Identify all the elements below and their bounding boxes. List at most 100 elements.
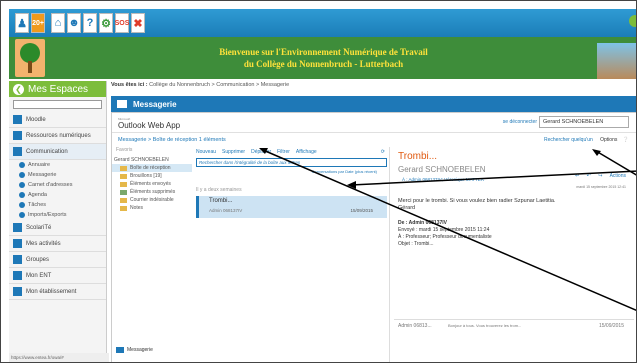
new-button[interactable]: Nouveau: [196, 149, 216, 155]
filter-button[interactable]: Filtrer: [277, 149, 290, 155]
body-line1: Merci pour le trombi. Si vous voulez bie…: [398, 198, 556, 204]
message-from: Admin 068137IV: [209, 208, 243, 213]
orig-sent: Envoyé : mardi 15 septembre 2015 11:24: [398, 227, 490, 233]
delete-button[interactable]: Supprimer: [222, 149, 245, 155]
back-arrow-icon: ❮: [13, 83, 24, 95]
orig-subject: Objet : Trombi...: [398, 241, 434, 247]
mail-icon: [116, 347, 124, 353]
help-icon[interactable]: ❔: [623, 137, 629, 143]
chevron-icon: [19, 162, 25, 168]
sort-selector[interactable]: Conversations par Date (plus récent): [194, 169, 389, 175]
trash-icon: [120, 189, 127, 195]
messagerie-bottom-button[interactable]: Messagerie: [116, 347, 153, 353]
school-icon: [13, 223, 22, 232]
messagerie-header: Messagerie: [111, 96, 636, 112]
sidebar-item-label: Mon ENT: [26, 272, 52, 279]
owa-logo-text: Outlook Web App: [118, 121, 181, 130]
folder-drafts[interactable]: Brouillons [19]: [112, 172, 192, 180]
options-menu[interactable]: Options: [600, 137, 617, 143]
folder-label: Brouillons [19]: [130, 173, 162, 179]
orig-from: De : Admin 068137IV: [398, 220, 448, 226]
folder-icon: [120, 197, 127, 203]
mailbox-search-input[interactable]: Rechercher dans l'intégralité de la boît…: [196, 158, 387, 167]
folder-inbox[interactable]: Boîte de réception: [112, 164, 192, 172]
sidebar-search-input[interactable]: [13, 100, 102, 109]
ent-icon: [13, 271, 22, 280]
home-icon[interactable]: ⌂: [51, 13, 65, 33]
sidebar-item-ressources[interactable]: Ressources numériques: [9, 128, 106, 144]
school-photo: [597, 43, 636, 79]
sidebar-item-groupes[interactable]: Groupes: [9, 252, 106, 268]
folder-label: Éléments supprimés: [130, 189, 176, 195]
folder-notes[interactable]: Notes: [112, 204, 192, 212]
subitem-label: Imports/Exports: [28, 212, 67, 218]
user-icon[interactable]: ♟: [15, 13, 29, 33]
actions-menu[interactable]: Actions: [610, 173, 626, 179]
folder-label: Notes: [130, 205, 144, 211]
messagerie-title: Messagerie: [133, 99, 177, 109]
folder-sent[interactable]: Éléments envoyés: [112, 180, 192, 188]
close-icon[interactable]: ✖: [131, 13, 145, 33]
sidebar-subitem-messagerie[interactable]: Messagerie: [9, 170, 106, 180]
sidebar-subitem-agenda[interactable]: Agenda: [9, 190, 106, 200]
contacts-icon[interactable]: ☻: [67, 13, 81, 33]
thread-item[interactable]: Admin 06813... Bonjour à tous. Vous trou…: [394, 319, 634, 333]
sos-icon[interactable]: SOS: [115, 13, 129, 33]
reply-all-icon[interactable]: ↶: [587, 173, 591, 179]
sidebar-item-moodle[interactable]: Moodle: [9, 112, 106, 128]
sidebar-subitem-annuaire[interactable]: Annuaire: [9, 160, 106, 170]
subitem-label: Messagerie: [28, 172, 57, 178]
sidebar-item-mon-ent[interactable]: Mon ENT: [9, 268, 106, 284]
school-logo: [15, 39, 45, 77]
folder-label: Courrier indésirable: [130, 197, 174, 203]
refresh-icon[interactable]: ⟳: [381, 149, 385, 155]
reading-date: mardi 15 septembre 2015 12:41: [576, 185, 626, 189]
folder-icon: [120, 173, 127, 179]
notifications-badge-icon[interactable]: 20+: [31, 13, 45, 33]
favoris-label[interactable]: Favoris: [112, 147, 192, 156]
sidebar-item-label: Communication: [26, 148, 68, 155]
sidebar-item-etablissement[interactable]: Mon établissement: [9, 284, 106, 300]
subitem-label: Agenda: [28, 192, 47, 198]
move-button[interactable]: Déplacer: [251, 149, 271, 155]
tools-icon[interactable]: ⚙: [99, 13, 113, 33]
search-people-link[interactable]: Rechercher quelqu'un Options ❔: [544, 137, 629, 143]
mes-espaces-header[interactable]: ❮ Mes Espaces: [9, 81, 106, 97]
folder-pane: Favoris Gerard SCHNOEBELEN Boîte de réce…: [112, 147, 192, 362]
chevron-icon: [19, 192, 25, 198]
chevron-icon: [19, 202, 25, 208]
forward-icon[interactable]: ↪: [598, 173, 602, 179]
banner-title-line2: du Collège du Nonnenbruch - Lutterbach: [243, 59, 404, 69]
sidebar-subitem-taches[interactable]: Tâches: [9, 200, 106, 210]
chevron-icon: [19, 212, 25, 218]
mail-icon: [117, 100, 127, 108]
folder-deleted[interactable]: Éléments supprimés: [112, 188, 192, 196]
breadcrumb-path[interactable]: Collège du Nonnenbruch > Communication >…: [149, 82, 289, 88]
subitem-label: Tâches: [28, 202, 47, 208]
sidebar-item-scolarite[interactable]: ScolariTé: [9, 220, 106, 236]
outlook-web-app: Microsoft Outlook Web App se déconnecter…: [111, 112, 636, 362]
owa-logo: Microsoft Outlook Web App: [118, 117, 180, 130]
body-line2: Gérard: [398, 205, 416, 211]
view-button[interactable]: Affichage: [296, 149, 317, 155]
disconnect-link[interactable]: se déconnecter: [503, 119, 537, 125]
sidebar-item-communication[interactable]: Communication: [9, 144, 106, 160]
sidebar-item-label: ScolariTé: [26, 224, 52, 231]
orig-to: À : Professeur; Professeur documentalist…: [398, 234, 492, 240]
message-row[interactable]: Trombi... Admin 068137IV 15/09/2015: [196, 196, 387, 218]
folder-root[interactable]: Gerard SCHNOEBELEN: [112, 156, 192, 164]
reading-body: Merci pour le trombi. Si vous voulez bie…: [394, 198, 634, 212]
reply-icon[interactable]: ↩: [575, 173, 579, 179]
mes-espaces-title: Mes Espaces: [28, 83, 89, 95]
help-icon[interactable]: ?: [83, 13, 97, 33]
reading-actions: ↩ ↶ ↪ Actions: [575, 173, 626, 179]
sidebar-subitem-carnet[interactable]: Carnet d'adresses: [9, 180, 106, 190]
user-menu[interactable]: Gerard SCHNOEBELEN: [539, 116, 629, 128]
sidebar-item-activites[interactable]: Mes activités: [9, 236, 106, 252]
folder-icon: [120, 205, 127, 211]
folder-junk[interactable]: Courrier indésirable: [112, 196, 192, 204]
subitem-label: Annuaire: [28, 162, 51, 168]
original-message-header: De : Admin 068137IV Envoyé : mardi 15 se…: [394, 220, 634, 248]
thread-from: Admin 06813...: [398, 323, 432, 329]
sidebar-subitem-imports[interactable]: Imports/Exports: [9, 210, 106, 220]
